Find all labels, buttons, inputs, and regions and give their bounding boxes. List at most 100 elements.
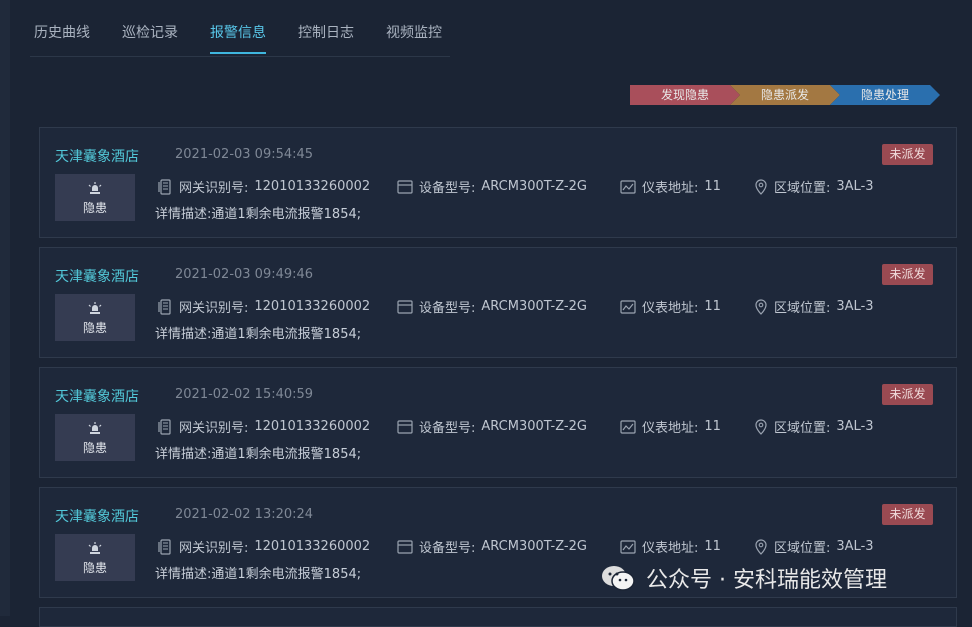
alarm-card-partial bbox=[39, 607, 957, 627]
device-model-icon bbox=[397, 539, 413, 554]
meter-address-icon bbox=[620, 299, 636, 314]
area-field: 区域位置: 3AL-3 bbox=[754, 177, 874, 196]
alarm-card[interactable]: 天津囊象酒店 2021-02-03 09:54:45 未派发 隐患 网关识别号:… bbox=[39, 127, 957, 238]
model-label: 设备型号: bbox=[419, 301, 476, 316]
location-pin-icon bbox=[755, 538, 767, 555]
site-name: 天津囊象酒店 bbox=[55, 149, 139, 165]
area-label: 区域位置: bbox=[774, 301, 831, 316]
meter-address-icon bbox=[620, 179, 636, 194]
gateway-icon bbox=[158, 178, 171, 195]
area-value: 3AL-3 bbox=[836, 179, 874, 194]
gateway-icon bbox=[158, 538, 171, 555]
address-field: 仪表地址: 11 bbox=[620, 537, 721, 556]
tab-control-log[interactable]: 控制日志 bbox=[298, 14, 354, 54]
area-value: 3AL-3 bbox=[836, 539, 874, 554]
detail-description: 详情描述:通道1剩余电流报警1854; bbox=[155, 327, 362, 342]
address-field: 仪表地址: 11 bbox=[620, 177, 721, 196]
address-value: 11 bbox=[704, 179, 721, 194]
gateway-field: 网关识别号: 12010133260002 bbox=[157, 177, 370, 196]
hazard-button[interactable]: 隐患 bbox=[55, 294, 135, 341]
model-field: 设备型号: ARCM300T-Z-2G bbox=[397, 537, 587, 556]
step-discover-hazard[interactable]: 发现隐患 bbox=[630, 85, 740, 105]
area-label: 区域位置: bbox=[774, 181, 831, 196]
model-value: ARCM300T-Z-2G bbox=[481, 539, 587, 554]
gateway-value: 12010133260002 bbox=[254, 299, 371, 314]
watermark-text: 公众号 · 安科瑞能效管理 bbox=[646, 568, 887, 593]
tab-bar: 历史曲线 巡检记录 报警信息 控制日志 视频监控 bbox=[34, 14, 474, 54]
address-field: 仪表地址: 11 bbox=[620, 417, 721, 436]
area-field: 区域位置: 3AL-3 bbox=[754, 537, 874, 556]
model-field: 设备型号: ARCM300T-Z-2G bbox=[397, 177, 587, 196]
detail-description: 详情描述:通道1剩余电流报警1854; bbox=[155, 567, 362, 582]
gateway-label: 网关识别号: bbox=[179, 541, 249, 556]
gateway-icon bbox=[158, 298, 171, 315]
area-value: 3AL-3 bbox=[836, 419, 874, 434]
status-badge: 未派发 bbox=[882, 264, 933, 285]
hazard-button[interactable]: 隐患 bbox=[55, 534, 135, 581]
model-value: ARCM300T-Z-2G bbox=[481, 179, 587, 194]
location-pin-icon bbox=[755, 178, 767, 195]
model-field: 设备型号: ARCM300T-Z-2G bbox=[397, 417, 587, 436]
workflow-steps: 发现隐患 隐患派发 隐患处理 bbox=[630, 85, 930, 105]
address-field: 仪表地址: 11 bbox=[620, 297, 721, 316]
alarm-light-icon bbox=[88, 542, 102, 554]
model-field: 设备型号: ARCM300T-Z-2G bbox=[397, 297, 587, 316]
status-badge: 未派发 bbox=[882, 384, 933, 405]
alarm-light-icon bbox=[88, 422, 102, 434]
step-dispatch-hazard[interactable]: 隐患派发 bbox=[730, 85, 840, 105]
model-value: ARCM300T-Z-2G bbox=[481, 299, 587, 314]
hazard-label: 隐患 bbox=[82, 321, 107, 335]
device-model-icon bbox=[397, 179, 413, 194]
device-model-icon bbox=[397, 419, 413, 434]
area-value: 3AL-3 bbox=[836, 299, 874, 314]
tab-video-monitor[interactable]: 视频监控 bbox=[386, 14, 442, 54]
status-badge: 未派发 bbox=[882, 144, 933, 165]
gateway-field: 网关识别号: 12010133260002 bbox=[157, 417, 370, 436]
gateway-value: 12010133260002 bbox=[254, 179, 371, 194]
gateway-value: 12010133260002 bbox=[254, 419, 371, 434]
alarm-light-icon bbox=[88, 182, 102, 194]
meter-address-icon bbox=[620, 419, 636, 434]
alarm-time: 2021-02-02 13:20:24 bbox=[175, 507, 314, 522]
gateway-field: 网关识别号: 12010133260002 bbox=[157, 297, 370, 316]
step-handle-hazard[interactable]: 隐患处理 bbox=[830, 85, 940, 105]
detail-description: 详情描述:通道1剩余电流报警1854; bbox=[155, 447, 362, 462]
tab-divider bbox=[30, 56, 450, 57]
location-pin-icon bbox=[755, 418, 767, 435]
alarm-time: 2021-02-02 15:40:59 bbox=[175, 387, 314, 402]
gateway-label: 网关识别号: bbox=[179, 421, 249, 436]
alarm-card[interactable]: 天津囊象酒店 2021-02-03 09:49:46 未派发 隐患 网关识别号:… bbox=[39, 247, 957, 358]
address-label: 仪表地址: bbox=[642, 301, 699, 316]
gateway-field: 网关识别号: 12010133260002 bbox=[157, 537, 370, 556]
area-label: 区域位置: bbox=[774, 421, 831, 436]
gateway-label: 网关识别号: bbox=[179, 181, 249, 196]
alarm-time: 2021-02-03 09:49:46 bbox=[175, 267, 314, 282]
hazard-button[interactable]: 隐患 bbox=[55, 174, 135, 221]
site-name: 天津囊象酒店 bbox=[55, 269, 139, 285]
area-field: 区域位置: 3AL-3 bbox=[754, 417, 874, 436]
site-name: 天津囊象酒店 bbox=[55, 389, 139, 405]
tab-alarm-info[interactable]: 报警信息 bbox=[210, 14, 266, 54]
alarm-card[interactable]: 天津囊象酒店 2021-02-02 15:40:59 未派发 隐患 网关识别号:… bbox=[39, 367, 957, 478]
hazard-label: 隐患 bbox=[82, 201, 107, 215]
model-label: 设备型号: bbox=[419, 181, 476, 196]
detail-description: 详情描述:通道1剩余电流报警1854; bbox=[155, 207, 362, 222]
status-badge: 未派发 bbox=[882, 504, 933, 525]
hazard-button[interactable]: 隐患 bbox=[55, 414, 135, 461]
area-field: 区域位置: 3AL-3 bbox=[754, 297, 874, 316]
alarm-time: 2021-02-03 09:54:45 bbox=[175, 147, 314, 162]
gateway-label: 网关识别号: bbox=[179, 301, 249, 316]
address-label: 仪表地址: bbox=[642, 181, 699, 196]
tab-inspection-record[interactable]: 巡检记录 bbox=[122, 14, 178, 54]
model-label: 设备型号: bbox=[419, 421, 476, 436]
meter-address-icon bbox=[620, 539, 636, 554]
gateway-icon bbox=[158, 418, 171, 435]
watermark: 公众号 · 安科瑞能效管理 bbox=[600, 562, 887, 594]
address-value: 11 bbox=[704, 419, 721, 434]
site-name: 天津囊象酒店 bbox=[55, 509, 139, 525]
tab-history-curve[interactable]: 历史曲线 bbox=[34, 14, 90, 54]
model-label: 设备型号: bbox=[419, 541, 476, 556]
address-value: 11 bbox=[704, 539, 721, 554]
address-value: 11 bbox=[704, 299, 721, 314]
device-model-icon bbox=[397, 299, 413, 314]
